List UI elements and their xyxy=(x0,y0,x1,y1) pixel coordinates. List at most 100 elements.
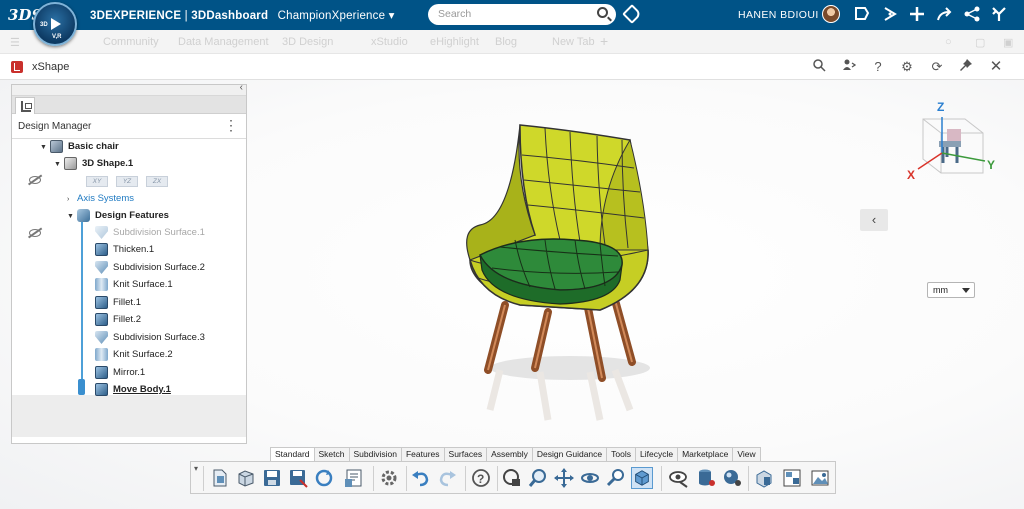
tree-node-subdivision-surface-3[interactable]: Subdivision Surface.3 xyxy=(95,330,205,346)
shape-icon xyxy=(64,156,77,170)
menu-icon[interactable]: ☰ xyxy=(10,36,20,49)
tree-node-knit-surface-1[interactable]: Knit Surface.1 xyxy=(95,277,173,293)
plane-xy-icon[interactable]: XY xyxy=(86,176,108,187)
tenant-selector[interactable]: ChampionXperience ▾ xyxy=(278,10,395,22)
tree-node-mirror-1[interactable]: Mirror.1 xyxy=(95,365,145,381)
chevron-down-icon[interactable]: ▾ xyxy=(194,464,198,473)
zoom-icon[interactable] xyxy=(527,467,549,489)
chat-icon[interactable] xyxy=(852,5,872,25)
properties-icon[interactable] xyxy=(343,467,365,489)
tab-sketch[interactable]: Sketch xyxy=(313,447,350,461)
tree-tab[interactable] xyxy=(15,97,35,114)
tab-community[interactable]: Community xyxy=(103,36,159,48)
tree-node-move-body-1[interactable]: Move Body.1 xyxy=(95,382,171,398)
tree-node-subdivision-surface-1[interactable]: Subdivision Surface.1 xyxy=(95,225,205,241)
tree-node-design-features[interactable]: ▼ Design Features xyxy=(67,208,169,224)
save-as-icon[interactable] xyxy=(287,467,309,489)
pan-icon[interactable] xyxy=(553,467,575,489)
open-icon[interactable] xyxy=(235,467,257,489)
tree-node-thicken-1[interactable]: Thicken.1 xyxy=(95,242,154,258)
tab-lifecycle[interactable]: Lifecycle xyxy=(634,447,679,461)
expand-icon[interactable]: ▼ xyxy=(40,140,50,156)
rotate-icon[interactable] xyxy=(579,467,601,489)
chevron-right-icon[interactable]: › xyxy=(67,192,77,208)
plane-yz-icon[interactable]: YZ xyxy=(116,176,138,187)
search-icon[interactable] xyxy=(597,7,608,18)
tab-standard[interactable]: Standard xyxy=(270,447,315,461)
unit-select[interactable]: mm xyxy=(927,282,975,298)
close-icon[interactable]: ✕ xyxy=(987,58,1005,76)
tab-features[interactable]: Features xyxy=(400,447,445,461)
tab-surfaces[interactable]: Surfaces xyxy=(443,447,488,461)
render-icon[interactable] xyxy=(721,467,743,489)
collapse-panel-icon[interactable]: ‹ xyxy=(240,82,243,93)
undo-icon[interactable] xyxy=(410,467,432,489)
pin-icon[interactable] xyxy=(957,58,975,76)
settings-icon[interactable] xyxy=(378,467,400,489)
tree-node-fillet-2[interactable]: Fillet.2 xyxy=(95,312,141,328)
save-icon[interactable] xyxy=(261,467,283,489)
network-icon[interactable] xyxy=(962,5,982,25)
tree-node-axis-systems[interactable]: › Axis Systems xyxy=(67,191,134,207)
more-options-icon[interactable]: ⋮ xyxy=(224,118,238,132)
tree-node-subdivision-surface-2[interactable]: Subdivision Surface.2 xyxy=(95,260,205,276)
share-user-icon[interactable] xyxy=(840,58,858,76)
zoom-area-icon[interactable] xyxy=(605,467,627,489)
subdivision-icon xyxy=(95,260,108,274)
search-icon[interactable]: ○ xyxy=(945,36,952,48)
tag-icon[interactable] xyxy=(622,4,642,24)
tab-marketplace[interactable]: Marketplace xyxy=(677,447,734,461)
rotate-lock-icon[interactable] xyxy=(501,467,523,489)
fullscreen-icon[interactable]: ▣ xyxy=(1003,36,1013,49)
tab-data-management[interactable]: Data Management xyxy=(178,36,269,48)
layout-icon[interactable] xyxy=(781,467,803,489)
user-name[interactable]: HANEN BDIOUI xyxy=(738,9,819,21)
avatar[interactable] xyxy=(822,5,840,23)
image-icon[interactable] xyxy=(809,467,831,489)
tab-xstudio[interactable]: xStudio xyxy=(371,36,408,48)
refresh-icon[interactable]: ⟳ xyxy=(928,58,946,76)
chevron-left-icon[interactable]: ‹ xyxy=(860,209,888,231)
hide-show-icon[interactable] xyxy=(667,467,689,489)
settings-icon[interactable]: ⚙ xyxy=(898,58,916,76)
tab-design-guidance[interactable]: Design Guidance xyxy=(531,447,608,461)
tools-icon[interactable] xyxy=(989,5,1009,25)
hidden-eye-icon[interactable] xyxy=(29,229,41,237)
chevron-down-icon[interactable]: ▾ xyxy=(389,10,395,22)
hidden-eye-icon[interactable] xyxy=(29,176,41,184)
tab-subdivision[interactable]: Subdivision xyxy=(348,447,402,461)
search-input[interactable]: Search xyxy=(428,4,616,25)
compass-button[interactable]: 3D V,R xyxy=(33,2,77,46)
new-icon[interactable] xyxy=(209,467,231,489)
history-slider-handle[interactable] xyxy=(78,379,85,395)
tab-new[interactable]: New Tab xyxy=(552,36,595,48)
update-icon[interactable] xyxy=(313,467,335,489)
expand-icon[interactable]: ▼ xyxy=(54,157,64,173)
search-icon[interactable] xyxy=(810,58,828,76)
expand-icon[interactable]: ▢ xyxy=(975,36,985,49)
tree-node-3d-shape[interactable]: ▼ 3D Shape.1 xyxy=(54,156,133,172)
orientation-cube[interactable]: Z X Y xyxy=(903,97,1003,187)
expand-icon[interactable]: ▼ xyxy=(67,209,77,225)
forward-icon[interactable] xyxy=(935,5,955,25)
plane-zx-icon[interactable]: ZX xyxy=(146,176,168,187)
share-icon[interactable] xyxy=(880,5,900,25)
box-icon[interactable] xyxy=(753,467,775,489)
help-icon[interactable]: ? xyxy=(470,467,492,489)
tree-node-basic-chair[interactable]: ▼ Basic chair xyxy=(40,139,119,155)
help-icon[interactable]: ? xyxy=(869,58,887,76)
tab-3d-design[interactable]: 3D Design xyxy=(282,36,333,48)
tree-node-fillet-1[interactable]: Fillet.1 xyxy=(95,295,141,311)
add-icon[interactable] xyxy=(907,5,927,25)
tab-assembly[interactable]: Assembly xyxy=(486,447,533,461)
tab-view[interactable]: View xyxy=(732,447,761,461)
add-tab-icon[interactable]: + xyxy=(600,33,608,49)
view-cube-icon[interactable] xyxy=(631,467,653,489)
tree-node-knit-surface-2[interactable]: Knit Surface.2 xyxy=(95,347,173,363)
tab-blog[interactable]: Blog xyxy=(495,36,517,48)
tab-ehighlight[interactable]: eHighlight xyxy=(430,36,479,48)
design-manager-panel: ‹ Design Manager ⋮ ▼ Basic chair ▼ 3D Shap… xyxy=(11,82,247,444)
redo-icon[interactable] xyxy=(436,467,458,489)
database-icon[interactable] xyxy=(695,467,717,489)
tab-tools[interactable]: Tools xyxy=(606,447,636,461)
